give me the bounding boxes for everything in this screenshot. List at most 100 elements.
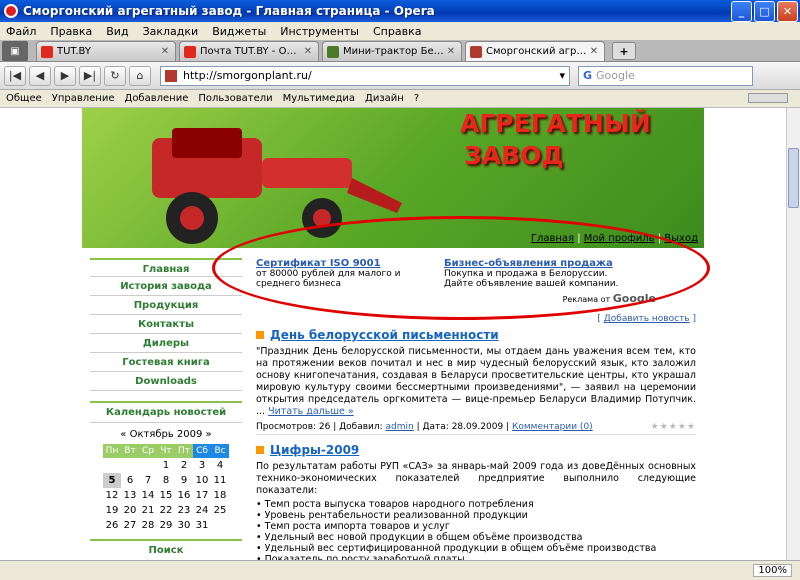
ad-title[interactable]: Сертификат ISO 9001: [256, 258, 436, 269]
tab-close-icon[interactable]: ✕: [159, 46, 171, 58]
tab-mail[interactable]: Почта TUT.BY - Ответн... ✕: [179, 41, 319, 61]
new-tab-button[interactable]: +: [612, 42, 636, 60]
calendar-day[interactable]: 3: [193, 458, 211, 473]
calendar-day[interactable]: 19: [103, 503, 121, 518]
minimize-button[interactable]: _: [731, 0, 752, 22]
calendar-day[interactable]: 4: [211, 458, 229, 473]
ad-business[interactable]: Бизнес-объявления продажа Покупка и прод…: [444, 258, 624, 320]
menu-bookmarks[interactable]: Закладки: [143, 25, 199, 38]
bookmark-general[interactable]: Общее: [6, 93, 42, 104]
calendar-day[interactable]: 6: [121, 473, 139, 488]
bookmark-multimedia[interactable]: Мультимедиа: [283, 93, 355, 104]
calendar-day[interactable]: 18: [211, 488, 229, 503]
calendar-month-nav[interactable]: « Октябрь 2009 »: [90, 429, 242, 440]
sidebar-item-history[interactable]: История завода: [90, 277, 242, 296]
tab-tutby[interactable]: TUT.BY ✕: [36, 41, 176, 61]
header-link-logout[interactable]: Выход: [664, 233, 698, 244]
calendar-day[interactable]: 27: [121, 518, 139, 533]
calendar-day[interactable]: 21: [139, 503, 157, 518]
read-more-link[interactable]: Читать дальше »: [268, 406, 354, 417]
ad-title[interactable]: Бизнес-объявления продажа: [444, 258, 624, 269]
calendar-day[interactable]: 13: [121, 488, 139, 503]
comments-link[interactable]: Комментарии (0): [512, 422, 593, 432]
scrollbar-thumb[interactable]: [788, 148, 799, 208]
calendar-day[interactable]: 14: [139, 488, 157, 503]
calendar-day[interactable]: 16: [175, 488, 193, 503]
calendar-day[interactable]: 30: [175, 518, 193, 533]
back-icon[interactable]: ◀: [29, 65, 51, 86]
calendar-day[interactable]: 24: [193, 503, 211, 518]
calendar-day[interactable]: 1: [157, 458, 175, 473]
forward-icon[interactable]: ▶: [54, 65, 76, 86]
tab-minitractor[interactable]: Мини-трактор Беларус... ✕: [322, 41, 462, 61]
reload-icon[interactable]: ↻: [104, 65, 126, 86]
calendar-day[interactable]: 8: [157, 473, 175, 488]
menu-help[interactable]: Справка: [373, 25, 421, 38]
main-content: Сертификат ISO 9001 от 80000 рублей для …: [256, 258, 696, 560]
calendar-day[interactable]: 31: [193, 518, 211, 533]
author-link[interactable]: admin: [386, 422, 414, 432]
menu-view[interactable]: Вид: [106, 25, 128, 38]
calendar-day[interactable]: 2: [175, 458, 193, 473]
mail-favicon-icon: [184, 45, 196, 58]
sidebar-item-contacts[interactable]: Контакты: [90, 315, 242, 334]
sidebar-item-dealers[interactable]: Дилеры: [90, 334, 242, 353]
bookmark-adding[interactable]: Добавление: [125, 93, 189, 104]
calendar-day[interactable]: 25: [211, 503, 229, 518]
calendar-day[interactable]: 7: [139, 473, 157, 488]
search-box[interactable]: G Google: [578, 65, 753, 86]
news-title-1[interactable]: День белорусской письменности: [256, 328, 696, 342]
fast-forward-icon[interactable]: ▶|: [79, 65, 101, 86]
close-button[interactable]: ✕: [777, 0, 798, 22]
address-input[interactable]: http://smorgonplant.ru/: [183, 69, 559, 82]
menu-file[interactable]: Файл: [6, 25, 36, 38]
calendar-day[interactable]: 28: [139, 518, 157, 533]
home-icon[interactable]: ⌂: [129, 65, 151, 86]
tab-close-icon[interactable]: ✕: [445, 46, 457, 58]
vertical-scrollbar[interactable]: [786, 108, 800, 560]
zoom-slider[interactable]: [748, 93, 788, 103]
bullet-item: • Темп роста импорта товаров и услуг: [256, 521, 450, 532]
header-link-home[interactable]: Главная: [531, 233, 574, 244]
calendar-day[interactable]: 26: [103, 518, 121, 533]
tab-smorgon-active[interactable]: Сморгонский агрегатн... ✕: [465, 41, 605, 61]
calendar-day[interactable]: 5: [103, 473, 121, 488]
ad-provider[interactable]: Реклама от Google: [563, 292, 656, 305]
tab-close-icon[interactable]: ✕: [302, 46, 314, 58]
sidebar-item-guestbook[interactable]: Гостевая книга: [90, 353, 242, 372]
panel-toggle-icon[interactable]: ▣: [2, 41, 28, 61]
calendar-day[interactable]: 20: [121, 503, 139, 518]
sidebar-item-products[interactable]: Продукция: [90, 296, 242, 315]
header-link-profile[interactable]: Мой профиль: [584, 233, 655, 244]
calendar-day[interactable]: 15: [157, 488, 175, 503]
sidebar-item-home[interactable]: Главная: [90, 258, 242, 277]
rewind-icon[interactable]: |◀: [4, 65, 26, 86]
bookmark-help[interactable]: ?: [414, 93, 419, 104]
calendar-day[interactable]: 17: [193, 488, 211, 503]
tab-close-icon[interactable]: ✕: [588, 46, 600, 58]
sidebar-item-downloads[interactable]: Downloads: [90, 372, 242, 391]
calendar-day[interactable]: 10: [193, 473, 211, 488]
bookmark-design[interactable]: Дизайн: [365, 93, 404, 104]
zoom-level[interactable]: 100%: [753, 564, 792, 577]
rating-stars-icon[interactable]: ★★★★★: [651, 422, 696, 432]
menu-edit[interactable]: Правка: [50, 25, 92, 38]
dropdown-arrow-icon[interactable]: ▾: [559, 69, 565, 82]
calendar-day[interactable]: 11: [211, 473, 229, 488]
menu-widgets[interactable]: Виджеты: [212, 25, 266, 38]
maximize-button[interactable]: □: [754, 0, 775, 22]
address-bar[interactable]: http://smorgonplant.ru/ ▾: [160, 65, 570, 86]
google-search-icon[interactable]: G: [583, 69, 592, 82]
calendar-day[interactable]: 22: [157, 503, 175, 518]
bookmark-users[interactable]: Пользователи: [198, 93, 272, 104]
bookmark-management[interactable]: Управление: [52, 93, 115, 104]
calendar-day[interactable]: 12: [103, 488, 121, 503]
menu-tools[interactable]: Инструменты: [280, 25, 359, 38]
calendar-day: [103, 458, 121, 473]
calendar-day[interactable]: 23: [175, 503, 193, 518]
ad-iso[interactable]: Сертификат ISO 9001 от 80000 рублей для …: [256, 258, 436, 320]
news-title-2[interactable]: Цифры-2009: [256, 443, 696, 457]
calendar-day[interactable]: 9: [175, 473, 193, 488]
calendar-day[interactable]: 29: [157, 518, 175, 533]
search-input[interactable]: Google: [596, 69, 635, 82]
